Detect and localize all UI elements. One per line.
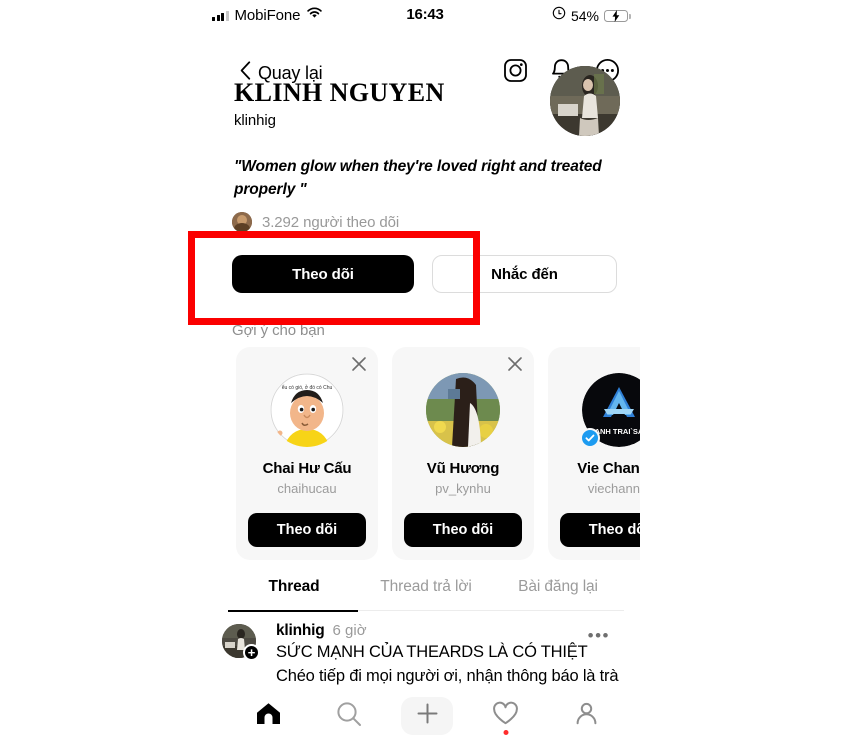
post-text-line-1: SỨC MẠNH CỦA THEARDS LÀ CÓ THIỆT bbox=[276, 643, 588, 661]
verified-badge-icon bbox=[580, 428, 600, 448]
suggestion-card[interactable]: ΔNH TRAI`SA Vie Channel viechannel Theo … bbox=[548, 347, 640, 560]
nav-activity-button[interactable] bbox=[478, 696, 534, 736]
post-username[interactable]: klinhig bbox=[276, 622, 325, 640]
close-icon[interactable] bbox=[506, 355, 524, 373]
phone-screen: MobiFone 16:43 54% Quay lại KLINH NGUYEN… bbox=[0, 0, 850, 738]
post-timestamp: 6 giờ bbox=[332, 622, 367, 639]
card-follow-button[interactable]: Theo dõi bbox=[248, 513, 366, 547]
post-author-avatar-wrap[interactable]: + bbox=[222, 624, 260, 661]
nav-profile-button[interactable] bbox=[558, 696, 614, 736]
activity-badge-dot bbox=[503, 730, 508, 735]
svg-text:ΔNH TRAI`SA: ΔNH TRAI`SA bbox=[595, 427, 640, 436]
plus-badge-icon[interactable]: + bbox=[243, 644, 260, 661]
follow-button[interactable]: Theo dõi bbox=[232, 255, 414, 293]
card-avatar-wrap bbox=[426, 373, 500, 447]
mention-button[interactable]: Nhắc đến bbox=[432, 255, 617, 293]
nav-home-button[interactable] bbox=[240, 696, 296, 736]
follower-avatar bbox=[232, 212, 252, 232]
card-follow-button[interactable]: Theo dõi bbox=[404, 513, 522, 547]
card-avatar-wrap: ểu có gió, ở đó có Chu bbox=[270, 373, 344, 447]
search-icon bbox=[336, 701, 362, 732]
more-horizontal-icon[interactable]: ••• bbox=[588, 626, 610, 646]
close-icon[interactable] bbox=[350, 355, 368, 373]
profile-bio: "Women glow when they're loved right and… bbox=[234, 158, 602, 199]
card-name: Vie Channel bbox=[577, 460, 640, 477]
clock-label: 16:43 bbox=[406, 6, 444, 23]
status-bar-right: 54% bbox=[552, 6, 631, 25]
followers-count-label: 3.292 người theo dõi bbox=[262, 213, 400, 231]
status-bar: MobiFone 16:43 54% bbox=[0, 0, 850, 30]
post-text-line-2: Chéo tiếp đi mọi người ơi, nhận thông bá… bbox=[276, 667, 619, 685]
card-name: Chai Hư Cấu bbox=[262, 460, 352, 477]
followers-row[interactable]: 3.292 người theo dõi bbox=[232, 212, 399, 232]
navigation-bar: Quay lại bbox=[0, 30, 850, 83]
home-icon bbox=[255, 701, 282, 731]
card-follow-button[interactable]: Theo dõi bbox=[560, 513, 640, 547]
battery-percent-label: 54% bbox=[570, 7, 599, 24]
svg-text:ểu có gió, ở đó có Chu: ểu có gió, ở đó có Chu bbox=[282, 384, 333, 391]
tab-thread[interactable]: Thread bbox=[228, 578, 360, 612]
cartoon-avatar: ểu có gió, ở đó có Chu bbox=[270, 373, 344, 447]
card-handle: pv_kynhu bbox=[435, 481, 491, 496]
profile-tabs: Thread Thread trả lời Bài đăng lại bbox=[228, 578, 624, 612]
rotation-lock-icon bbox=[552, 6, 566, 25]
post-header: klinhig 6 giờ bbox=[276, 622, 622, 640]
heart-icon bbox=[492, 701, 519, 731]
profile-avatar[interactable] bbox=[550, 66, 620, 136]
card-handle: chaihucau bbox=[277, 481, 337, 496]
suggestions-title: Gợi ý cho bạn bbox=[232, 322, 325, 339]
nav-create-button[interactable] bbox=[401, 697, 453, 735]
suggestion-card[interactable]: ểu có gió, ở đó có Chu Chai Hư Cấu chaih… bbox=[236, 347, 378, 560]
card-handle: viechannel bbox=[587, 481, 640, 496]
profile-actions: Theo dõi Nhắc đến bbox=[232, 255, 617, 293]
nav-search-button[interactable] bbox=[321, 696, 377, 736]
suggestion-card[interactable]: Vũ Hương pv_kynhu Theo dõi bbox=[392, 347, 534, 560]
tab-thread-replies[interactable]: Thread trả lời bbox=[360, 578, 492, 612]
person-icon bbox=[574, 701, 599, 731]
battery-charging-icon bbox=[604, 9, 631, 22]
post-item[interactable]: + klinhig 6 giờ ••• SỨC MẠNH CỦA THEARDS… bbox=[222, 622, 622, 686]
card-name: Vũ Hương bbox=[426, 460, 500, 477]
tab-divider bbox=[358, 610, 624, 611]
plus-icon bbox=[416, 702, 439, 730]
active-tab-indicator bbox=[228, 610, 358, 612]
photo-avatar bbox=[426, 373, 500, 447]
bottom-navigation-bar bbox=[228, 694, 626, 738]
card-avatar-wrap: ΔNH TRAI`SA bbox=[580, 373, 640, 448]
tab-reposts[interactable]: Bài đăng lại bbox=[492, 578, 624, 612]
suggestion-cards-carousel[interactable]: ểu có gió, ở đó có Chu Chai Hư Cấu chaih… bbox=[236, 347, 640, 562]
